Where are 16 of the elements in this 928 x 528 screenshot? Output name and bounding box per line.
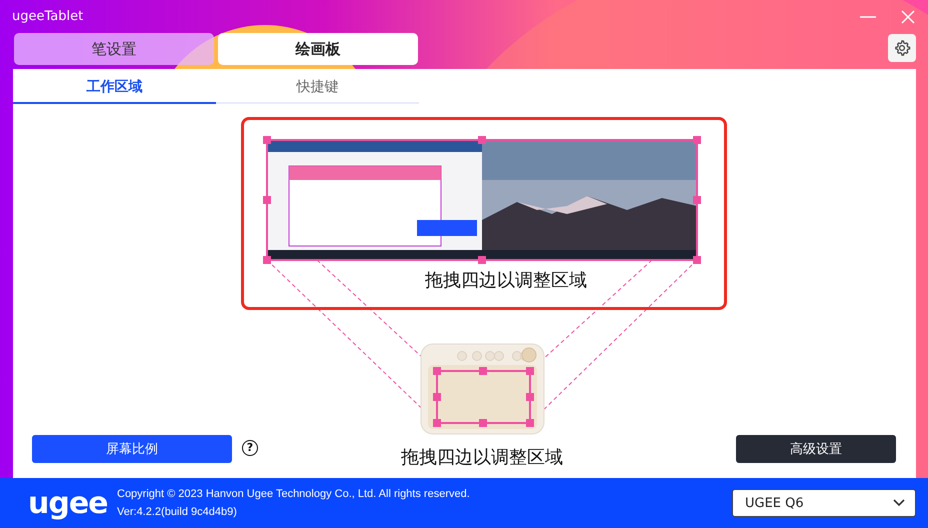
tab[interactable]: 笔设置 — [14, 33, 214, 65]
chevron-icon — [893, 499, 905, 507]
help-icon[interactable]: ? — [242, 440, 258, 456]
advanced-settings-button[interactable]: 高级设置 — [736, 435, 896, 463]
version-text: Ver:4.2.2(build 9c4d4b9) — [117, 506, 238, 518]
screen-ratio-button[interactable]: 屏幕比例 — [32, 435, 232, 463]
tab[interactable]: 绘画板 — [218, 33, 418, 65]
logo: ugee — [28, 486, 109, 520]
caption: 拖拽四边以调整区域 — [401, 446, 563, 469]
caption: 拖拽四边以调整区域 — [425, 269, 587, 292]
settings-icon — [893, 39, 911, 57]
close-icon[interactable] — [900, 8, 916, 24]
window-title: ugeeTablet — [12, 9, 84, 24]
device-select[interactable]: UGEE Q6 — [732, 489, 916, 517]
settings-button[interactable] — [888, 34, 916, 62]
copyright-text: Copyright © 2023 Hanvon Ugee Technology Co., Ltd. All rights reserved. — [117, 488, 470, 500]
